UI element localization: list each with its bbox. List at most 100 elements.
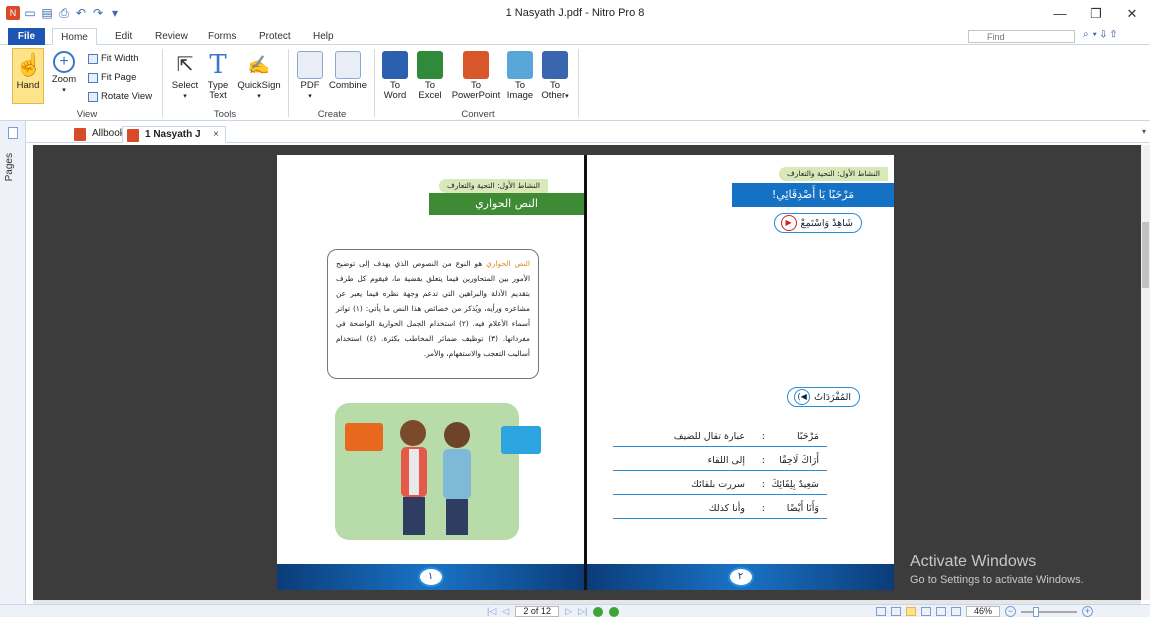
- single-page-view-icon[interactable]: [876, 607, 886, 616]
- vocabulary-pill: المُفْرَدَاتُ ◀): [787, 387, 860, 407]
- vocab-row: مَرْحَبًا عبارة تقال للضيف :: [613, 427, 827, 447]
- prev-page-icon[interactable]: ◁: [502, 606, 509, 617]
- doc-tab-allbook[interactable]: Allbook: [70, 126, 128, 143]
- zoom-out-icon[interactable]: −: [1005, 606, 1016, 617]
- scrollbar-thumb[interactable]: [1142, 222, 1149, 288]
- vocab-separator: :: [761, 479, 765, 490]
- quicksign-button[interactable]: ✍ QuickSign ▾: [236, 51, 282, 102]
- zoom-slider-knob[interactable]: [1033, 606, 1039, 617]
- to-image-button[interactable]: To Image: [504, 51, 536, 101]
- speech-bubble-orange: [345, 423, 383, 451]
- tab-review[interactable]: Review: [155, 28, 188, 45]
- last-page-icon[interactable]: ▷|: [578, 606, 587, 617]
- continuous-view-icon[interactable]: [891, 607, 901, 616]
- vocab-row: أَرَاكَ لَاحِقًا إلى اللقاء :: [613, 451, 827, 471]
- to-ppt-label-2: PowerPoint: [451, 90, 501, 101]
- close-button[interactable]: ✕: [1114, 0, 1150, 28]
- doc-tab-current-label: 1 Nasyath J: [145, 129, 201, 140]
- image-icon: [507, 51, 533, 79]
- tab-help[interactable]: Help: [313, 28, 334, 45]
- pages-tab[interactable]: Pages: [4, 153, 15, 181]
- tab-protect[interactable]: Protect: [259, 28, 291, 45]
- fit-page-button[interactable]: Fit Page: [88, 72, 136, 83]
- vocab-row: وَأَنَا أَيْضًا وأنا كذلك :: [613, 499, 827, 519]
- type-text-label-2: Text: [209, 90, 227, 101]
- restore-button[interactable]: ❐: [1078, 0, 1114, 28]
- tab-forms[interactable]: Forms: [208, 28, 236, 45]
- rotate-view-button[interactable]: Rotate View: [88, 91, 152, 102]
- vocab-separator: :: [761, 503, 765, 514]
- vocab-word: وَأَنَا أَيْضًا: [786, 503, 819, 514]
- select-button[interactable]: ⇱ Select ▾: [170, 51, 200, 102]
- fit-width-icon: [88, 53, 98, 64]
- convert-group-label: Convert: [461, 109, 495, 120]
- word-icon: [382, 51, 408, 79]
- speech-bubble-blue: [501, 426, 541, 454]
- zoom-in-icon[interactable]: +: [1082, 606, 1093, 617]
- page-indicator[interactable]: 2 of 12: [515, 606, 560, 617]
- section-banner: النص الحواري: [429, 193, 584, 215]
- to-other-label-2: Other: [541, 90, 566, 101]
- select-cursor-icon: ⇱: [176, 54, 194, 76]
- type-text-button[interactable]: T Type Text: [204, 51, 232, 101]
- page-number-badge: ٢: [727, 567, 754, 587]
- activity-chip: النشاط الأول: التحية والتعارف: [439, 179, 548, 193]
- zoom-button[interactable]: + Zoom ▾: [48, 51, 80, 96]
- to-excel-label-2: Excel: [418, 90, 442, 101]
- pdf-create-icon: [297, 51, 323, 79]
- to-word-button[interactable]: To Word: [380, 51, 410, 101]
- pages-panel: Pages: [0, 121, 26, 604]
- find-input[interactable]: [968, 30, 1075, 43]
- fit-width-button[interactable]: Fit Width: [88, 53, 138, 64]
- tools-group-label: Tools: [213, 109, 237, 120]
- definition-box: النص الحواري هو النوع من النصوص الذي يهد…: [327, 249, 539, 379]
- tab-home[interactable]: Home: [52, 28, 97, 45]
- rotate-view-label: Rotate View: [101, 91, 153, 102]
- vocab-separator: :: [761, 431, 765, 442]
- document-viewer[interactable]: النشاط الأول: التحية والتعارف النص الحوا…: [33, 145, 1141, 600]
- tab-edit[interactable]: Edit: [115, 28, 132, 45]
- zoom-level[interactable]: 46%: [966, 606, 1000, 617]
- next-page-icon[interactable]: ▷: [565, 606, 572, 617]
- panel-toggle-icon[interactable]: [8, 127, 18, 139]
- pdf-file-icon: [74, 128, 86, 141]
- zoom-label: Zoom: [51, 74, 77, 85]
- vertical-scrollbar[interactable]: [1141, 145, 1150, 600]
- first-page-icon[interactable]: |◁: [487, 606, 496, 617]
- minimize-button[interactable]: —: [1042, 0, 1078, 28]
- vocab-meaning: وأنا كذلك: [708, 503, 745, 514]
- facing-view-icon[interactable]: [906, 607, 916, 616]
- split-view-icon[interactable]: [951, 607, 961, 616]
- pdf-label: PDF: [300, 80, 320, 91]
- close-tab-icon[interactable]: ×: [213, 127, 219, 143]
- doc-tab-allbook-label: Allbook: [92, 128, 125, 139]
- tabs-menu-icon[interactable]: ▾: [1142, 127, 1146, 136]
- zoom-slider[interactable]: [1021, 606, 1077, 617]
- to-powerpoint-button[interactable]: To PowerPoint: [448, 51, 504, 101]
- cover-view-icon[interactable]: [936, 607, 946, 616]
- forward-view-icon[interactable]: [609, 606, 620, 617]
- combine-button[interactable]: Combine: [328, 51, 368, 91]
- pdf-button[interactable]: PDF ▾: [296, 51, 324, 102]
- fit-width-label: Fit Width: [101, 53, 139, 64]
- facing-continuous-view-icon[interactable]: [921, 607, 931, 616]
- find-navigation-icons[interactable]: ⌕▾⇩⇧: [1083, 29, 1120, 40]
- to-excel-button[interactable]: To Excel: [414, 51, 446, 101]
- back-view-icon[interactable]: [593, 606, 604, 617]
- audio-icon[interactable]: ◀): [794, 389, 811, 405]
- video-icon[interactable]: ▶: [780, 215, 797, 231]
- activity-chip: النشاط الأول: التحية والتعارف: [779, 167, 888, 181]
- to-word-label-2: Word: [383, 90, 407, 101]
- tab-file[interactable]: File: [8, 28, 45, 45]
- status-bar: |◁ ◁ 2 of 12 ▷ ▷| 46% − +: [0, 604, 1150, 617]
- powerpoint-icon: [463, 51, 489, 79]
- pdf-page-2: النشاط الأول: التحية والتعارف مَرْحَبًا …: [587, 155, 894, 590]
- watermark-line-2: Go to Settings to activate Windows.: [910, 574, 1084, 586]
- activation-watermark: Activate Windows Go to Settings to activ…: [910, 553, 1084, 586]
- hand-label: Hand: [16, 80, 40, 91]
- watch-listen-pill: شَاهِدْ وَاسْتَمِعْ ▶: [773, 213, 862, 233]
- to-other-button[interactable]: To Other▾: [538, 51, 572, 102]
- watch-listen-label: شَاهِدْ وَاسْتَمِعْ: [800, 217, 853, 229]
- two-men-illustration: [400, 420, 471, 535]
- doc-tab-current[interactable]: 1 Nasyath J ×: [122, 126, 226, 143]
